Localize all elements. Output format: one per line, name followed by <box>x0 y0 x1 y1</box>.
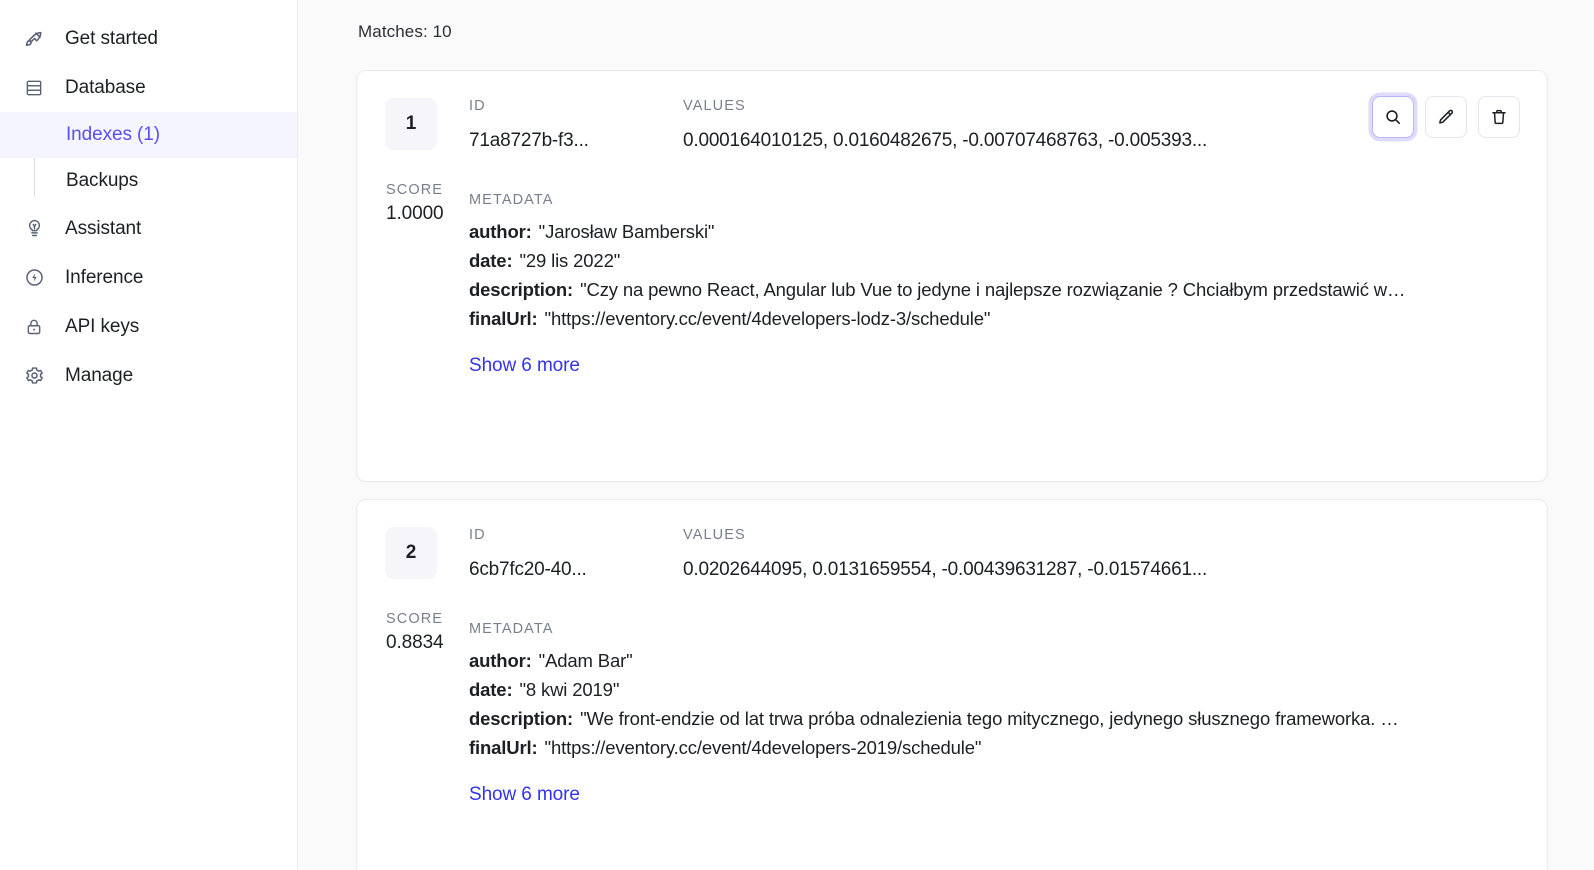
metadata-row: description: "We front-endzie od lat trwa… <box>469 704 1519 733</box>
rank-score-rail: 1 SCORE 1.0000 <box>385 97 469 225</box>
metadata-row: date: "8 kwi 2019" <box>469 675 1519 704</box>
card-content: ID 71a8727b-f3... VALUES 0.000164010125,… <box>469 97 1519 377</box>
score-block: SCORE 1.0000 <box>386 182 469 225</box>
metadata-value: "We front-endzie od lat trwa próba odnal… <box>580 708 1399 729</box>
score-value: 1.0000 <box>386 203 444 224</box>
metadata-key: author: <box>469 650 532 671</box>
card-body: 1 SCORE 1.0000 ID 71a8727b-f3... VALUES <box>385 97 1519 377</box>
metadata-row: finalUrl: "https://eventory.cc/event/4dev… <box>469 304 1519 333</box>
sidebar-item-manage[interactable]: Manage <box>0 351 297 400</box>
search-button[interactable] <box>1372 96 1414 138</box>
delete-button[interactable] <box>1478 96 1520 138</box>
result-card: 2 SCORE 0.8834 ID 6cb7fc20-40... VALUES <box>356 499 1548 870</box>
rank-score-rail: 2 SCORE 0.8834 <box>385 526 469 654</box>
rank-badge: 1 <box>385 98 437 150</box>
sidebar-item-inference[interactable]: Inference <box>0 253 297 302</box>
sidebar-item-label: API keys <box>65 315 140 337</box>
sidebar-item-indexes[interactable]: Indexes (1) <box>0 112 297 158</box>
card-bottom-spacer <box>385 806 1519 870</box>
score-block: SCORE 0.8834 <box>386 611 469 654</box>
sidebar-subitem-label: Backups <box>66 170 139 191</box>
values-header: VALUES <box>683 527 746 543</box>
sidebar-item-label: Manage <box>65 364 134 386</box>
metadata-row: description: "Czy na pewno React, Angular… <box>469 275 1519 304</box>
id-header: ID <box>469 527 486 543</box>
score-label: SCORE <box>386 611 444 627</box>
metadata-header: METADATA <box>469 621 554 637</box>
values-value: 0.000164010125, 0.0160482675, -0.0070746… <box>683 130 1208 151</box>
gear-icon <box>21 363 47 389</box>
sidebar-subnav-database: Indexes (1) Backups <box>0 112 297 204</box>
card-bottom-spacer <box>385 377 1519 455</box>
lightbulb-icon <box>21 216 47 242</box>
score-label: SCORE <box>386 182 444 198</box>
sidebar: Get started Database Indexes (1) Backups <box>0 0 298 870</box>
metadata-value: "29 lis 2022" <box>519 250 621 271</box>
metadata-header: METADATA <box>469 192 554 208</box>
values-column: VALUES 0.0202644095, 0.0131659554, -0.00… <box>683 527 1519 581</box>
metadata-value: "Adam Bar" <box>538 650 633 671</box>
sidebar-item-database[interactable]: Database <box>0 63 297 112</box>
metadata-value: "8 kwi 2019" <box>519 679 620 700</box>
metadata-row: date: "29 lis 2022" <box>469 246 1519 275</box>
id-header: ID <box>469 98 486 114</box>
id-column: ID 71a8727b-f3... <box>469 98 683 152</box>
sidebar-item-get-started[interactable]: Get started <box>0 14 297 63</box>
database-icon <box>21 75 47 101</box>
sidebar-item-api-keys[interactable]: API keys <box>0 302 297 351</box>
metadata-key: finalUrl: <box>469 308 538 329</box>
metadata-key: author: <box>469 221 532 242</box>
metadata-key: finalUrl: <box>469 737 538 758</box>
card-body: 2 SCORE 0.8834 ID 6cb7fc20-40... VALUES <box>385 526 1519 806</box>
card-content: ID 6cb7fc20-40... VALUES 0.0202644095, 0… <box>469 526 1519 806</box>
metadata-row: finalUrl: "https://eventory.cc/event/4dev… <box>469 733 1519 762</box>
id-column: ID 6cb7fc20-40... <box>469 527 683 581</box>
metadata-key: date: <box>469 679 513 700</box>
id-value: 6cb7fc20-40... <box>469 559 587 580</box>
app-root: Get started Database Indexes (1) Backups <box>0 0 1594 870</box>
sidebar-item-backups[interactable]: Backups <box>0 158 297 204</box>
metadata-key: description: <box>469 279 574 300</box>
metadata-value: "Jarosław Bamberski" <box>538 221 715 242</box>
show-more-link[interactable]: Show 6 more <box>469 355 580 377</box>
rocket-icon <box>21 26 47 52</box>
metadata-row: author: "Adam Bar" <box>469 646 1519 675</box>
score-value: 0.8834 <box>386 632 444 653</box>
values-header: VALUES <box>683 98 746 114</box>
lightning-circle-icon <box>21 265 47 291</box>
metadata-value: "Czy na pewno React, Angular lub Vue to … <box>580 279 1406 300</box>
sidebar-item-label: Inference <box>65 266 144 288</box>
sidebar-item-assistant[interactable]: Assistant <box>0 204 297 253</box>
metadata-key: description: <box>469 708 574 729</box>
show-more-link[interactable]: Show 6 more <box>469 784 580 806</box>
metadata-section: METADATA author: "Jarosław Bamberski" dat… <box>469 192 1519 377</box>
metadata-value: "https://eventory.cc/event/4developers-2… <box>544 737 982 758</box>
rank-badge: 2 <box>385 527 437 579</box>
metadata-section: METADATA author: "Adam Bar" date: "8 kwi 2… <box>469 621 1519 806</box>
result-card: 1 SCORE 1.0000 ID 71a8727b-f3... VALUES <box>356 70 1548 482</box>
sidebar-item-label: Assistant <box>65 217 142 239</box>
matches-count: Matches: 10 <box>358 22 452 41</box>
values-value: 0.0202644095, 0.0131659554, -0.004396312… <box>683 559 1208 580</box>
sidebar-subitem-label: Indexes (1) <box>66 124 160 145</box>
metadata-row: author: "Jarosław Bamberski" <box>469 217 1519 246</box>
id-values-row: ID 71a8727b-f3... VALUES 0.000164010125,… <box>469 98 1519 152</box>
edit-button[interactable] <box>1425 96 1467 138</box>
lock-icon <box>21 314 47 340</box>
metadata-key: date: <box>469 250 513 271</box>
metadata-value: "https://eventory.cc/event/4developers-l… <box>544 308 991 329</box>
id-values-row: ID 6cb7fc20-40... VALUES 0.0202644095, 0… <box>469 527 1519 581</box>
id-value: 71a8727b-f3... <box>469 130 589 151</box>
sidebar-item-label: Get started <box>65 27 158 49</box>
sidebar-item-label: Database <box>65 76 146 98</box>
card-action-group <box>1372 96 1520 138</box>
results-panel: Matches: 10 1 SCORE 1.0000 ID 71a8727b-f… <box>298 0 1594 870</box>
